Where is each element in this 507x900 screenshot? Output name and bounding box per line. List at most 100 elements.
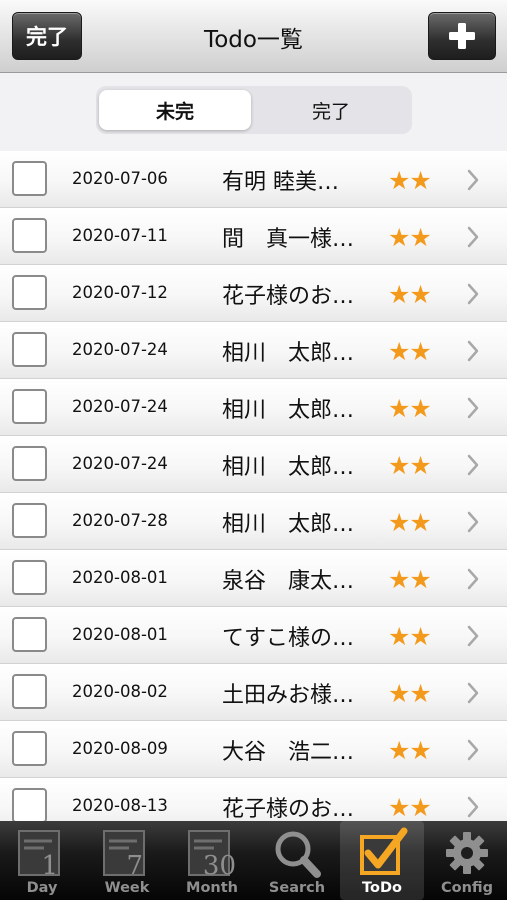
todo-date: 2020-08-01 [72,568,168,587]
tab-label: Month [186,880,238,896]
todo-date: 2020-07-28 [72,511,168,530]
todo-date: 2020-07-12 [72,283,168,302]
svg-text:1: 1 [41,851,58,879]
tab-label: ToDo [362,880,402,896]
priority-stars: ★★ [388,622,432,651]
tab-month[interactable]: 30 Month [170,821,254,900]
chevron-right-icon [467,226,479,248]
todo-checkbox[interactable] [12,503,47,538]
todo-date: 2020-08-13 [72,796,168,815]
todo-row[interactable]: 2020-08-13 花子様のお… ★★ [0,778,507,821]
priority-stars: ★★ [388,394,432,423]
calendar-month-icon: 30 [188,830,236,879]
todo-date: 2020-07-06 [72,169,168,188]
todo-checkbox[interactable] [12,389,47,424]
priority-stars: ★★ [388,337,432,366]
tab-label: Search [268,880,326,896]
priority-stars: ★★ [388,565,432,594]
page-title: Todo一覧 [204,27,303,53]
todo-title: 相川 太郎… [222,398,355,423]
tab-label: Week [104,880,150,896]
todo-date: 2020-07-24 [72,454,168,473]
todo-row[interactable]: 2020-07-28 相川 太郎… ★★ [0,493,507,550]
calendar-day-icon: 1 [18,830,60,879]
todo-date: 2020-07-24 [72,340,168,359]
chevron-right-icon [467,568,479,590]
todo-list: 2020-07-06 有明 睦美… ★★ 2020-07-11 間 真一様… ★★ 2020… [0,151,507,821]
chevron-right-icon [467,397,479,419]
svg-text:30: 30 [203,851,236,879]
priority-stars: ★★ [388,280,432,309]
todo-checkbox[interactable] [12,560,47,595]
todo-row[interactable]: 2020-08-02 土田みお様… ★★ [0,664,507,721]
add-todo-button[interactable] [428,12,496,60]
todo-title: 相川 太郎… [222,341,355,366]
todo-checkbox[interactable] [12,332,47,367]
todo-row[interactable]: 2020-08-01 てすこ様の… ★★ [0,607,507,664]
tab-week[interactable]: 7 Week [85,821,169,900]
navigation-bar: 完了 Todo一覧 [0,0,507,73]
todo-checkbox[interactable] [12,731,47,766]
todo-row[interactable]: 2020-07-24 相川 太郎… ★★ [0,436,507,493]
tab-label: Config [440,880,494,896]
chevron-right-icon [467,511,479,533]
todo-date: 2020-07-11 [72,226,168,245]
todo-date: 2020-08-09 [72,739,168,758]
todo-row[interactable]: 2020-07-11 間 真一様… ★★ [0,208,507,265]
calendar-week-icon: 7 [103,830,145,879]
tab-config[interactable]: Config [425,821,507,900]
plus-icon [449,23,475,49]
status-segmented-control: 未完 完了 [96,86,412,134]
tab-todo[interactable]: ToDo [340,821,424,900]
priority-stars: ★★ [388,679,432,708]
todo-title: 相川 太郎… [222,455,355,480]
todo-title: 大谷 浩二… [222,740,355,765]
todo-row[interactable]: 2020-07-12 花子様のお… ★★ [0,265,507,322]
todo-title: 有明 睦美… [222,170,339,195]
tab-bar: 1 Day 7 Week 30 Month Search ToDo Config [0,821,507,900]
done-button[interactable]: 完了 [12,12,82,60]
todo-date: 2020-08-01 [72,625,168,644]
todo-checkbox[interactable] [12,161,47,196]
todo-title: 相川 太郎… [222,512,355,537]
gear-icon [446,832,488,874]
chevron-right-icon [467,796,479,818]
todo-title: 泉谷 康太… [222,569,355,594]
chevron-right-icon [467,283,479,305]
todo-title: 土田みお様… [222,683,355,708]
todo-date: 2020-07-24 [72,397,168,416]
priority-stars: ★★ [388,451,432,480]
tab-search[interactable]: Search [255,821,339,900]
todo-row[interactable]: 2020-08-01 泉谷 康太… ★★ [0,550,507,607]
todo-checkbox[interactable] [12,788,47,821]
todo-checkbox[interactable] [12,218,47,253]
todo-row[interactable]: 2020-08-09 大谷 浩二… ★★ [0,721,507,778]
checkbox-icon [360,827,408,875]
todo-title: 花子様のお… [222,797,355,821]
priority-stars: ★★ [388,166,432,195]
segment-complete[interactable]: 完了 [255,90,407,130]
todo-row[interactable]: 2020-07-24 相川 太郎… ★★ [0,322,507,379]
todo-checkbox[interactable] [12,674,47,709]
priority-stars: ★★ [388,508,432,537]
todo-row[interactable]: 2020-07-24 相川 太郎… ★★ [0,379,507,436]
todo-title: 間 真一様… [222,227,355,252]
chevron-right-icon [467,682,479,704]
todo-date: 2020-08-02 [72,682,168,701]
priority-stars: ★★ [388,793,432,821]
todo-checkbox[interactable] [12,446,47,481]
chevron-right-icon [467,169,479,191]
todo-checkbox[interactable] [12,275,47,310]
chevron-right-icon [467,625,479,647]
todo-checkbox[interactable] [12,617,47,652]
segment-incomplete[interactable]: 未完 [99,90,251,130]
priority-stars: ★★ [388,223,432,252]
tab-label: Day [26,880,58,896]
tab-day[interactable]: 1 Day [0,821,84,900]
search-icon [275,831,321,878]
chevron-right-icon [467,454,479,476]
todo-title: てすこ様の… [222,626,355,651]
todo-row[interactable]: 2020-07-06 有明 睦美… ★★ [0,151,507,208]
chevron-right-icon [467,739,479,761]
todo-title: 花子様のお… [222,284,355,309]
